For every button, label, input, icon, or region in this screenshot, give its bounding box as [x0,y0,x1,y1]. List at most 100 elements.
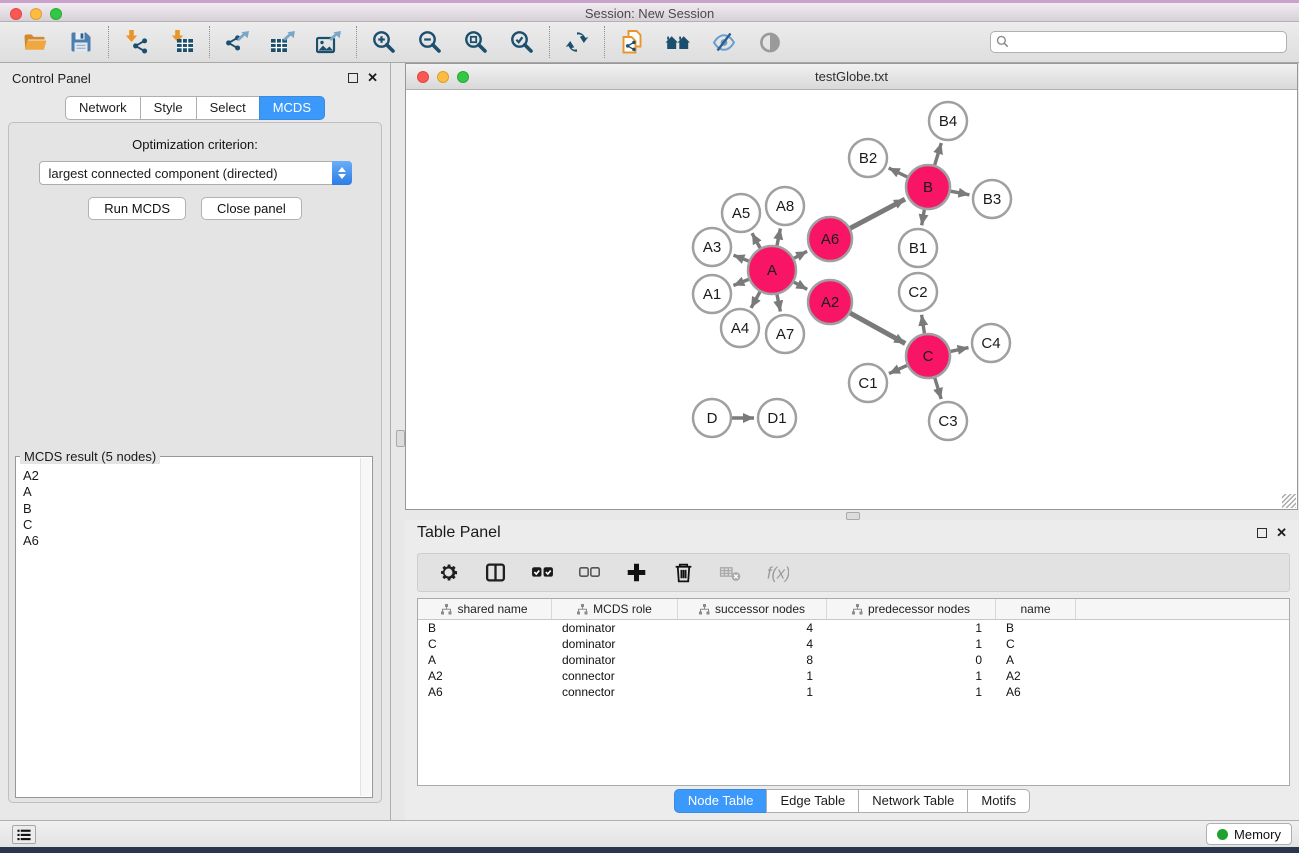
memory-button[interactable]: Memory [1206,823,1292,845]
column-header-name[interactable]: name [996,599,1076,619]
table-cell[interactable]: dominator [552,621,678,635]
table-tab-edge-table[interactable]: Edge Table [766,789,859,813]
search-input[interactable] [990,31,1287,53]
gear-button[interactable] [435,560,461,586]
table-cell[interactable]: A6 [996,685,1076,699]
show-graphics-details-button[interactable] [756,28,784,56]
zoom-out-button[interactable] [416,28,444,56]
column-header-predecessor-nodes[interactable]: predecessor nodes [827,599,996,619]
table-tab-motifs[interactable]: Motifs [967,789,1030,813]
table-cell[interactable]: C [996,637,1076,651]
node-A6[interactable]: A6 [808,217,852,261]
table-cell[interactable]: B [418,621,552,635]
import-network-button[interactable] [122,28,150,56]
node-C2[interactable]: C2 [899,273,937,311]
node-B2[interactable]: B2 [849,139,887,177]
node-C3[interactable]: C3 [929,402,967,440]
table-row[interactable]: Bdominator41B [418,620,1289,636]
table-cell[interactable]: A [996,653,1076,667]
table-cell[interactable]: 1 [827,685,996,699]
column-header-MCDS-role[interactable]: MCDS role [552,599,678,619]
node-A3[interactable]: A3 [693,228,731,266]
table-cell[interactable]: A [418,653,552,667]
table-cell[interactable]: connector [552,669,678,683]
result-list-item[interactable]: B [23,501,372,517]
run-mcds-button[interactable]: Run MCDS [88,197,186,220]
optimization-criterion-dropdown[interactable]: largest connected component (directed) [39,161,352,185]
table-row[interactable]: A2connector11A2 [418,668,1289,684]
float-panel-icon[interactable] [348,73,358,83]
delete-table-button[interactable] [717,560,743,586]
table-row[interactable]: Cdominator41C [418,636,1289,652]
node-A5[interactable]: A5 [722,194,760,232]
table-cell[interactable]: 1 [678,669,827,683]
table-cell[interactable]: dominator [552,637,678,651]
node-C1[interactable]: C1 [849,364,887,402]
table-cell[interactable]: B [996,621,1076,635]
table-cell[interactable]: A2 [418,669,552,683]
column-header-shared-name[interactable]: shared name [418,599,552,619]
table-row[interactable]: A6connector11A6 [418,684,1289,700]
horizontal-splitter-handle[interactable] [846,512,860,520]
table-tab-node-table[interactable]: Node Table [674,789,768,813]
zoom-selected-button[interactable] [508,28,536,56]
node-B[interactable]: B [906,165,950,209]
resize-grip[interactable] [1282,494,1296,508]
node-B3[interactable]: B3 [973,180,1011,218]
table-cell[interactable]: 1 [678,685,827,699]
table-cell[interactable]: dominator [552,653,678,667]
table-row[interactable]: Adominator80A [418,652,1289,668]
save-session-button[interactable] [67,28,95,56]
result-list-item[interactable]: A6 [23,533,372,549]
node-A4[interactable]: A4 [721,309,759,347]
table-cell[interactable]: 1 [827,637,996,651]
zoom-fit-button[interactable] [462,28,490,56]
task-history-button[interactable] [12,825,36,844]
tab-style[interactable]: Style [140,96,197,120]
table-cell[interactable]: A6 [418,685,552,699]
table-cell[interactable]: 8 [678,653,827,667]
add-row-button[interactable] [623,560,649,586]
table-cell[interactable]: 1 [827,669,996,683]
mcds-result-listbox[interactable]: A2ABCA6 [15,456,373,798]
table-cell[interactable]: 1 [827,621,996,635]
node-D[interactable]: D [693,399,731,437]
result-scrollbar[interactable] [360,458,371,796]
export-table-button[interactable] [269,28,297,56]
table-cell[interactable]: A2 [996,669,1076,683]
result-list-item[interactable]: A [23,484,372,500]
result-list-item[interactable]: A2 [23,468,372,484]
table-cell[interactable]: 4 [678,621,827,635]
zoom-in-button[interactable] [370,28,398,56]
table-tab-network-table[interactable]: Network Table [858,789,968,813]
node-C[interactable]: C [906,334,950,378]
clone-network-button[interactable] [618,28,646,56]
export-network-button[interactable] [223,28,251,56]
vertical-splitter-handle[interactable] [396,430,405,447]
columns-button[interactable] [482,560,508,586]
result-list-item[interactable]: C [23,517,372,533]
node-A8[interactable]: A8 [766,187,804,225]
table-cell[interactable]: C [418,637,552,651]
close-table-panel-icon[interactable]: ✕ [1276,528,1287,538]
node-A1[interactable]: A1 [693,275,731,313]
node-A[interactable]: A [748,246,796,294]
node-A2[interactable]: A2 [808,280,852,324]
tab-select[interactable]: Select [196,96,260,120]
export-image-button[interactable] [315,28,343,56]
close-panel-icon[interactable]: ✕ [367,73,378,83]
home-button[interactable] [664,28,692,56]
node-B1[interactable]: B1 [899,229,937,267]
float-table-panel-icon[interactable] [1257,528,1267,538]
delete-row-button[interactable] [670,560,696,586]
column-header-successor-nodes[interactable]: successor nodes [678,599,827,619]
node-B4[interactable]: B4 [929,102,967,140]
import-table-button[interactable] [168,28,196,56]
hide-graphics-details-button[interactable] [710,28,738,56]
node-C4[interactable]: C4 [972,324,1010,362]
function-builder-button[interactable]: f(x) [764,560,790,586]
table-cell[interactable]: 4 [678,637,827,651]
close-panel-button[interactable]: Close panel [201,197,302,220]
node-A7[interactable]: A7 [766,315,804,353]
open-file-button[interactable] [21,28,49,56]
